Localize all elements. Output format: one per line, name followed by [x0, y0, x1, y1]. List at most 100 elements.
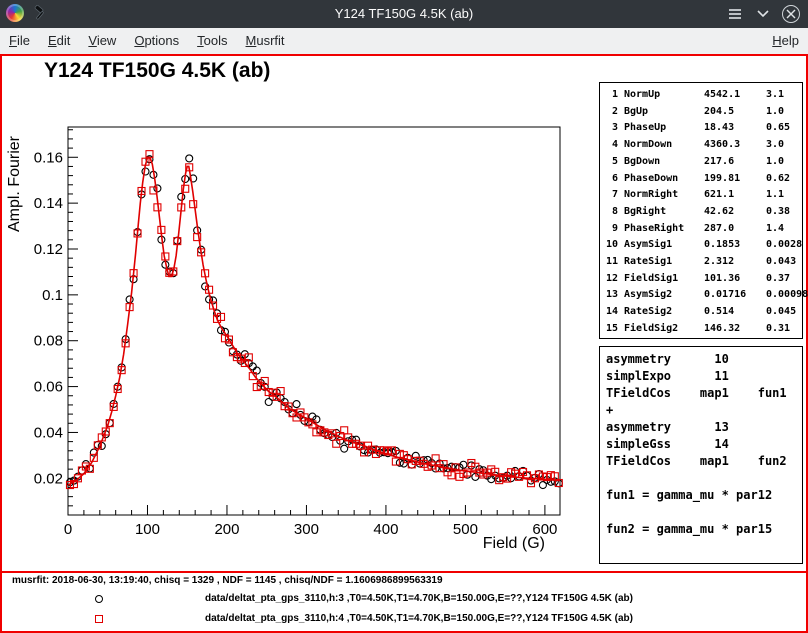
musrview-window: Y124 TF150G 4.5K (ab) File Edit View — [0, 0, 808, 633]
y-tick-label: 0.02 — [34, 470, 63, 487]
param-num: 7 — [604, 187, 618, 204]
param-val: 4542.1 — [704, 87, 760, 104]
data-point-circle — [341, 445, 348, 452]
param-val: 0.01716 — [704, 287, 760, 304]
param-num: 5 — [604, 154, 618, 171]
x-tick-label: 500 — [453, 521, 478, 538]
footer-divider — [2, 571, 806, 573]
menu-help[interactable]: Help — [763, 28, 808, 54]
param-num: 6 — [604, 171, 618, 188]
close-icon[interactable] — [782, 5, 800, 23]
legend-circle-marker — [95, 595, 103, 603]
menubar: File Edit View Options Tools Musrfit Hel… — [0, 28, 808, 54]
param-name: FieldSig1 — [624, 271, 698, 288]
param-row: 9PhaseRight287.01.4 — [604, 221, 802, 238]
param-val: 287.0 — [704, 221, 760, 238]
y-tick-label: 0.14 — [34, 195, 63, 212]
fit-info-line: musrfit: 2018-06-30, 13:19:40, chisq = 1… — [12, 575, 443, 586]
param-err: 1.1 — [766, 187, 802, 204]
param-num: 14 — [604, 304, 618, 321]
x-tick-label: 200 — [214, 521, 239, 538]
data-point-circle — [293, 401, 300, 408]
param-val: 621.1 — [704, 187, 760, 204]
param-err: 0.043 — [766, 254, 802, 271]
param-name: AsymSig2 — [624, 287, 698, 304]
menu-view[interactable]: View — [79, 28, 125, 54]
param-name: NormUp — [624, 87, 698, 104]
x-axis-title: Field (G) — [483, 535, 545, 552]
fourier-plot-canvas[interactable]: 01002003004005006000.020.040.060.080.10.… — [2, 56, 598, 568]
param-err: 0.0028 — [766, 237, 802, 254]
param-err: 0.00098 — [766, 287, 808, 304]
menu-options[interactable]: Options — [125, 28, 188, 54]
data-point-circle — [126, 296, 133, 303]
param-name: AsymSig1 — [624, 237, 698, 254]
param-num: 12 — [604, 271, 618, 288]
param-name: BgUp — [624, 104, 698, 121]
param-row: 2BgUp204.51.0 — [604, 104, 802, 121]
param-err: 0.62 — [766, 171, 802, 188]
param-err: 3.0 — [766, 137, 802, 154]
param-val: 101.36 — [704, 271, 760, 288]
param-name: BgRight — [624, 204, 698, 221]
param-name: RateSig1 — [624, 254, 698, 271]
param-row: 6PhaseDown199.810.62 — [604, 171, 802, 188]
menu-musrfit[interactable]: Musrfit — [237, 28, 294, 54]
legend-row-h3: data/deltat_pta_gps_3110,h:3 ,T0=4.50K,T… — [2, 592, 806, 608]
param-row: 11 RateSig1 2.312 0.043 — [604, 254, 802, 271]
param-num: 10 — [604, 237, 618, 254]
theory-box: asymmetry 10 simplExpo 11 TFieldCos map1… — [599, 346, 803, 564]
data-point-circle — [178, 193, 185, 200]
param-val: 4360.3 — [704, 137, 760, 154]
param-err: 1.0 — [766, 104, 802, 121]
param-name: BgDown — [624, 154, 698, 171]
shade-icon[interactable] — [754, 5, 772, 23]
menu-edit[interactable]: Edit — [39, 28, 79, 54]
param-name: NormRight — [624, 187, 698, 204]
param-num: 1 — [604, 87, 618, 104]
param-num: 2 — [604, 104, 618, 121]
menubar-spacer — [294, 28, 764, 54]
menu-tools[interactable]: Tools — [188, 28, 236, 54]
legend-row-h4: data/deltat_pta_gps_3110,h:4 ,T0=4.50K,T… — [2, 612, 806, 628]
menu-file[interactable]: File — [0, 28, 39, 54]
param-val: 2.312 — [704, 254, 760, 271]
param-val: 0.514 — [704, 304, 760, 321]
param-err: 1.0 — [766, 154, 802, 171]
param-row: 7 NormRight 621.1 1.1 — [604, 187, 802, 204]
param-num: 11 — [604, 254, 618, 271]
legend-label-h4: data/deltat_pta_gps_3110,h:4 ,T0=4.50K,T… — [205, 613, 633, 624]
param-row: 15FieldSig2146.320.31 — [604, 321, 802, 338]
param-row: 12FieldSig1101.360.37 — [604, 271, 802, 288]
window-menu-icon[interactable] — [726, 5, 744, 23]
param-err: 0.38 — [766, 204, 802, 221]
data-point-circle — [186, 155, 193, 162]
param-num: 13 — [604, 287, 618, 304]
y-axis-title: Ampl. Fourier — [6, 135, 23, 232]
param-num: 8 — [604, 204, 618, 221]
param-row: 3PhaseUp18.430.65 — [604, 120, 802, 137]
param-err: 1.4 — [766, 221, 802, 238]
parameter-table: 1NormUp4542.13.12BgUp204.51.03PhaseUp18.… — [599, 82, 803, 339]
param-row: 8BgRight42.620.38 — [604, 204, 802, 221]
y-tick-label: 0.04 — [34, 424, 63, 441]
param-row: 5 BgDown 217.6 1.0 — [604, 154, 802, 171]
root-canvas: Y124 TF150G 4.5K (ab) 010020030040050060… — [0, 54, 808, 633]
param-name: PhaseUp — [624, 120, 698, 137]
param-num: 3 — [604, 120, 618, 137]
param-name: PhaseRight — [624, 221, 698, 238]
param-val: 217.6 — [704, 154, 760, 171]
param-err: 0.045 — [766, 304, 802, 321]
param-row: 13AsymSig20.017160.00098 — [604, 287, 802, 304]
y-tick-label: 0.08 — [34, 333, 63, 350]
window-title: Y124 TF150G 4.5K (ab) — [0, 0, 808, 28]
param-val: 146.32 — [704, 321, 760, 338]
x-tick-label: 100 — [135, 521, 160, 538]
param-row: 14RateSig20.5140.045 — [604, 304, 802, 321]
param-val: 0.1853 — [704, 237, 760, 254]
param-val: 199.81 — [704, 171, 760, 188]
param-row: 10 AsymSig1 0.1853 0.0028 — [604, 237, 802, 254]
legend-label-h3: data/deltat_pta_gps_3110,h:3 ,T0=4.50K,T… — [205, 593, 633, 604]
param-err: 0.31 — [766, 321, 802, 338]
param-num: 4 — [604, 137, 618, 154]
